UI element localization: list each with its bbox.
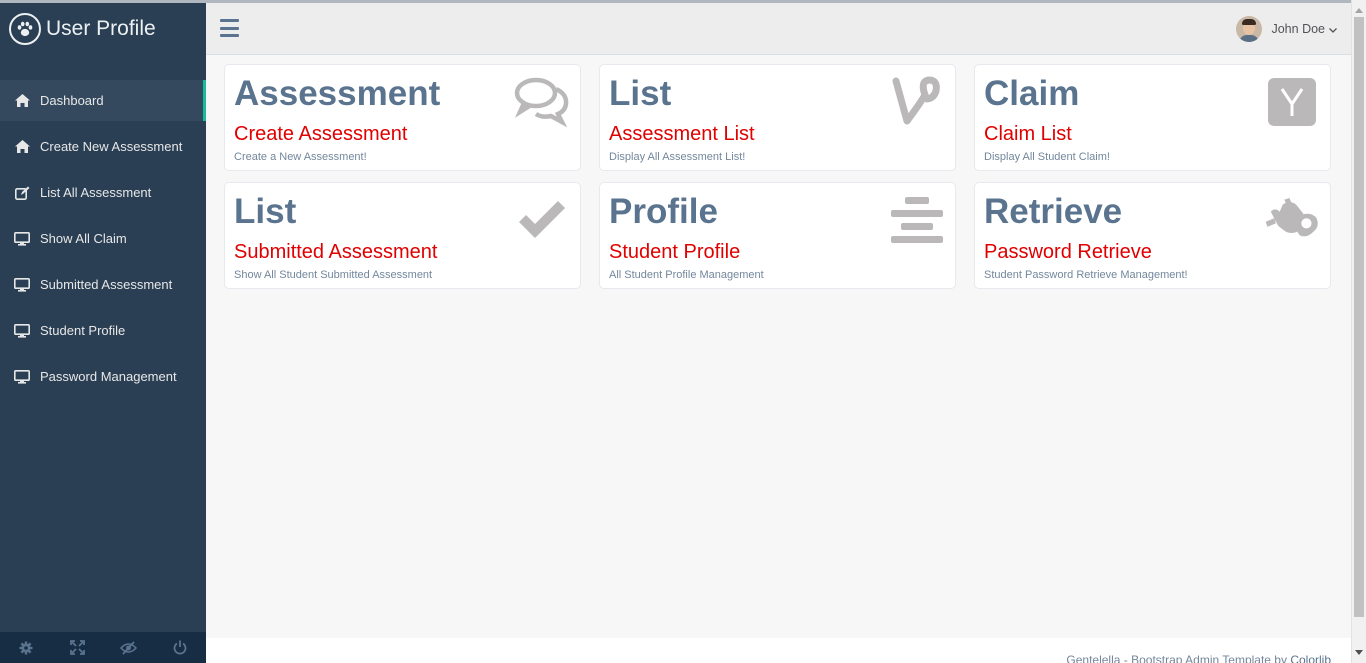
hamburger-icon[interactable] <box>220 19 239 37</box>
sign-language-icon <box>1264 192 1320 248</box>
sidebar-item-label: Show All Claim <box>40 231 127 246</box>
sidebar-footer <box>0 632 206 663</box>
eye-slash-icon[interactable] <box>103 640 154 655</box>
sidebar-item-submitted-assessment[interactable]: Submitted Assessment <box>0 264 206 305</box>
paw-icon <box>9 13 41 45</box>
home-icon <box>13 139 31 155</box>
sidebar-item-label: List All Assessment <box>40 185 152 200</box>
tile-count: Profile <box>609 192 718 231</box>
tile-description: All Student Profile Management <box>609 269 764 281</box>
tile-heading: Create Assessment <box>234 123 408 145</box>
tile-submitted-assessment[interactable]: List Submitted Assessment Show All Stude… <box>224 182 581 289</box>
tile-count: Assessment <box>234 74 441 113</box>
tile-description: Display All Student Claim! <box>984 151 1110 163</box>
tile-student-profile[interactable]: Profile Student Profile All Student Prof… <box>599 182 956 289</box>
tile-heading: Claim List <box>984 123 1072 145</box>
tile-description: Show All Student Submitted Assessment <box>234 269 433 281</box>
main-content: Assessment Create Assessment Create a Ne… <box>206 55 1351 638</box>
desktop-icon <box>13 231 31 247</box>
tile-password-retrieve[interactable]: Retrieve Password Retrieve Student Passw… <box>974 182 1331 289</box>
tile-count: Claim <box>984 74 1080 113</box>
tile-description: Student Password Retrieve Management! <box>984 269 1188 281</box>
sidebar-item-password-management[interactable]: Password Management <box>0 356 206 397</box>
brand-title: User Profile <box>46 17 156 40</box>
edit-icon <box>13 185 31 201</box>
tile-assessment-list[interactable]: List Assessment List Display All Assessm… <box>599 64 956 171</box>
tile-heading: Password Retrieve <box>984 241 1152 263</box>
tile-count: List <box>609 74 672 113</box>
home-icon <box>13 93 31 109</box>
desktop-icon <box>13 369 31 385</box>
footer-link[interactable]: Colorlib <box>1290 653 1331 663</box>
page-footer: Gentelella - Bootstrap Admin Template by… <box>206 638 1351 663</box>
user-menu[interactable]: John Doe <box>1236 16 1337 42</box>
tile-count: List <box>234 192 297 231</box>
sidebar: User Profile Dashboard Create New Assess… <box>0 0 206 663</box>
sidebar-item-list-all-assessment[interactable]: List All Assessment <box>0 172 206 213</box>
tile-description: Display All Assessment List! <box>609 151 746 163</box>
sidebar-item-dashboard[interactable]: Dashboard <box>0 80 206 121</box>
tile-claim-list[interactable]: Claim Claim List Display All Student Cla… <box>974 64 1331 171</box>
avatar <box>1236 16 1263 42</box>
chevron-down-icon <box>1329 22 1337 36</box>
comments-icon <box>514 74 570 130</box>
scroll-down-arrow-icon[interactable] <box>1355 650 1363 655</box>
sidebar-item-label: Submitted Assessment <box>40 277 173 292</box>
sidebar-item-label: Create New Assessment <box>40 139 183 154</box>
scrollbar[interactable] <box>1351 0 1366 663</box>
desktop-icon <box>13 277 31 293</box>
brand[interactable]: User Profile <box>0 3 206 55</box>
sidebar-item-create-new-assessment[interactable]: Create New Assessment <box>0 126 206 167</box>
footer-text: Gentelella - Bootstrap Admin Template by… <box>1066 653 1331 663</box>
scroll-up-arrow-icon[interactable] <box>1355 8 1363 13</box>
sidebar-menu: Dashboard Create New Assessment List All… <box>0 80 206 397</box>
footer-credit: Gentelella - Bootstrap Admin Template by <box>1066 653 1291 663</box>
tile-count: Retrieve <box>984 192 1123 231</box>
desktop-icon <box>13 323 31 339</box>
tile-description: Create a New Assessment! <box>234 151 367 163</box>
sidebar-item-student-profile[interactable]: Student Profile <box>0 310 206 351</box>
sidebar-item-label: Password Management <box>40 369 177 384</box>
align-center-icon <box>889 192 945 248</box>
gear-icon[interactable] <box>0 641 51 655</box>
fullscreen-icon[interactable] <box>52 640 103 655</box>
top-navbar: John Doe <box>206 0 1351 55</box>
y-combinator-icon <box>1264 74 1320 130</box>
user-name: John Doe <box>1271 22 1325 36</box>
vine-icon <box>889 74 945 130</box>
tile-create-assessment[interactable]: Assessment Create Assessment Create a Ne… <box>224 64 581 171</box>
sidebar-item-show-all-claim[interactable]: Show All Claim <box>0 218 206 259</box>
scroll-thumb[interactable] <box>1354 17 1364 617</box>
power-icon[interactable] <box>155 640 206 655</box>
sidebar-item-label: Student Profile <box>40 323 126 338</box>
sidebar-item-label: Dashboard <box>40 93 104 108</box>
tile-heading: Submitted Assessment <box>234 241 438 263</box>
tile-heading: Student Profile <box>609 241 741 263</box>
check-icon <box>514 192 570 248</box>
tile-heading: Assessment List <box>609 123 755 145</box>
